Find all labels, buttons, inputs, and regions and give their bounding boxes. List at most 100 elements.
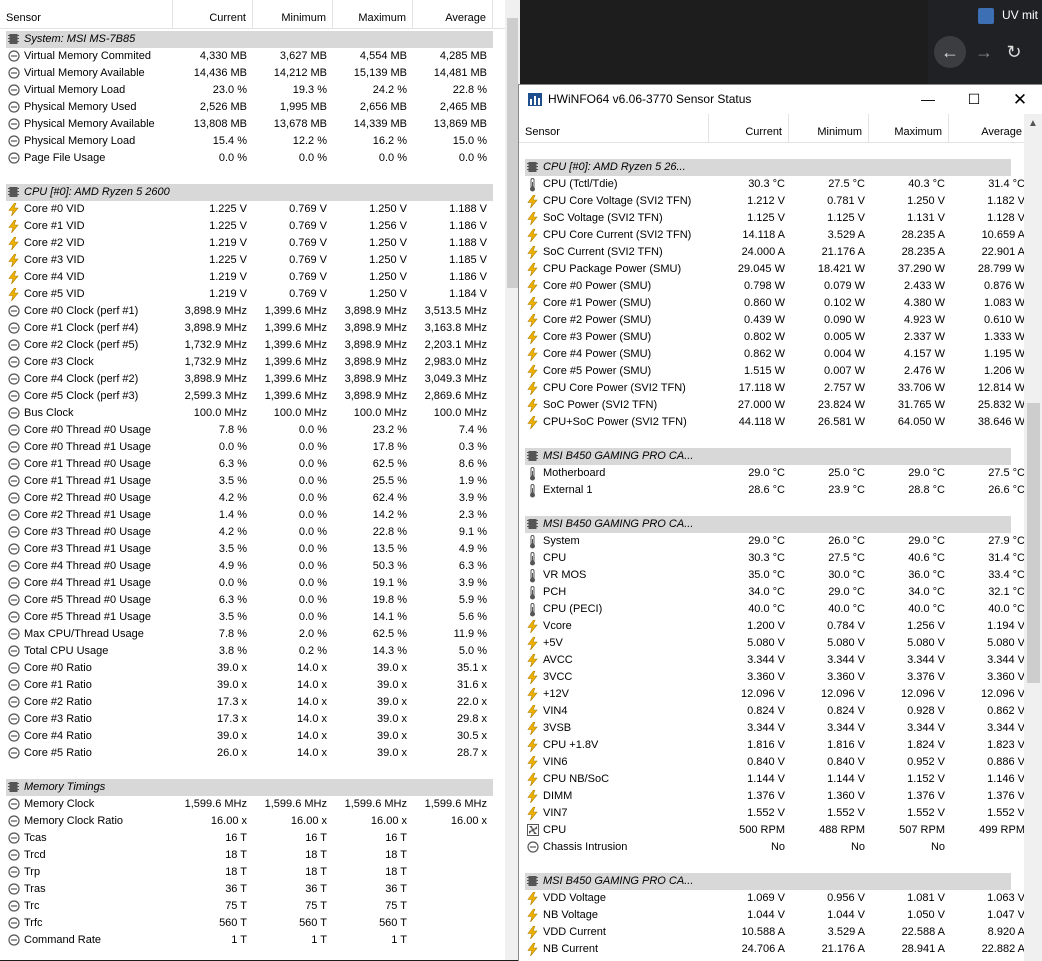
sensor-row[interactable]: Chassis Intrusion No No No: [525, 839, 1011, 856]
sensor-group-header[interactable]: MSI B450 GAMING PRO CA...: [525, 448, 1011, 465]
vertical-scrollbar[interactable]: ▲: [1024, 114, 1042, 961]
sensor-row[interactable]: Core #1 Power (SMU) 0.860 W 0.102 W 4.380 W…: [525, 295, 1025, 312]
sensor-row[interactable]: Physical Memory Load 15.4 % 12.2 % 16.2 % 15…: [6, 133, 493, 150]
sensor-row[interactable]: CPU +1.8V 1.816 V 1.816 V 1.824 V 1.823 V: [525, 737, 1025, 754]
sensor-row[interactable]: Core #0 Clock (perf #1) 3,898.9 MHz 1,399.…: [6, 303, 493, 320]
column-header-sensor[interactable]: Sensor: [0, 0, 173, 28]
sensor-row[interactable]: VDD Current 10.588 A 3.529 A 22.588 A 8.920 …: [525, 924, 1025, 941]
sensor-row[interactable]: CPU Core Voltage (SVI2 TFN) 1.212 V 0.781 …: [525, 193, 1025, 210]
sensor-row[interactable]: Memory Clock 1,599.6 MHz 1,599.6 MHz 1,599.…: [6, 796, 493, 813]
sensor-row[interactable]: Core #4 Thread #1 Usage 0.0 % 0.0 % 19.1 % 3…: [6, 575, 493, 592]
column-header-average[interactable]: Average: [949, 114, 1029, 142]
sensor-row[interactable]: Core #4 Power (SMU) 0.862 W 0.004 W 4.157 W…: [525, 346, 1025, 363]
column-header-maximum[interactable]: Maximum: [333, 0, 413, 28]
column-header-current[interactable]: Current: [173, 0, 253, 28]
sensor-row[interactable]: CPU+SoC Power (SVI2 TFN) 44.118 W 26.581 W…: [525, 414, 1025, 431]
browser-tab-title[interactable]: UV mit: [1002, 8, 1038, 22]
column-header-minimum[interactable]: Minimum: [789, 114, 869, 142]
sensor-row[interactable]: Core #5 Clock (perf #3) 2,599.3 MHz 1,399.…: [6, 388, 493, 405]
sensor-row[interactable]: Max CPU/Thread Usage 7.8 % 2.0 % 62.5 % 11.9…: [6, 626, 493, 643]
column-header-minimum[interactable]: Minimum: [253, 0, 333, 28]
scroll-up-arrow-icon[interactable]: ▲: [1028, 118, 1038, 129]
sensor-row[interactable]: PCH 34.0 °C 29.0 °C 34.0 °C 32.1 °C: [525, 584, 1025, 601]
sensor-row[interactable]: Core #1 Ratio 39.0 x 14.0 x 39.0 x 31.6 x: [6, 677, 493, 694]
sensor-row[interactable]: Virtual Memory Load 23.0 % 19.3 % 24.2 % 22.…: [6, 82, 493, 99]
sensor-row[interactable]: Core #0 Thread #1 Usage 0.0 % 0.0 % 17.8 % 0…: [6, 439, 493, 456]
sensor-row[interactable]: Motherboard 29.0 °C 25.0 °C 29.0 °C 27.5 °C: [525, 465, 1025, 482]
sensor-group-header[interactable]: Memory Timings: [6, 779, 493, 796]
sensor-row[interactable]: Command Rate 1 T 1 T 1 T: [6, 932, 493, 949]
sensor-row[interactable]: Core #3 Thread #1 Usage 3.5 % 0.0 % 13.5 % 4…: [6, 541, 493, 558]
sensor-row[interactable]: Core #5 Power (SMU) 1.515 W 0.007 W 2.476 W…: [525, 363, 1025, 380]
sensor-row[interactable]: Core #4 Ratio 39.0 x 14.0 x 39.0 x 30.5 x: [6, 728, 493, 745]
sensor-row[interactable]: Trfc 560 T 560 T 560 T: [6, 915, 493, 932]
sensor-group-header[interactable]: CPU [#0]: AMD Ryzen 5 2600: [6, 184, 493, 201]
title-bar[interactable]: HWiNFO64 v6.06-3770 Sensor Status — ☐ ✕: [519, 85, 1042, 114]
sensor-row[interactable]: Core #4 VID 1.219 V 0.769 V 1.250 V 1.186 V: [6, 269, 493, 286]
sensor-row[interactable]: Core #5 VID 1.219 V 0.769 V 1.250 V 1.184 V: [6, 286, 493, 303]
sensor-row[interactable]: 3VSB 3.344 V 3.344 V 3.344 V 3.344 V: [525, 720, 1025, 737]
sensor-row[interactable]: Core #4 Clock (perf #2) 3,898.9 MHz 1,399.…: [6, 371, 493, 388]
sensor-row[interactable]: Core #1 Thread #0 Usage 6.3 % 0.0 % 62.5 % 8…: [6, 456, 493, 473]
sensor-row[interactable]: Core #0 Ratio 39.0 x 14.0 x 39.0 x 35.1 x: [6, 660, 493, 677]
sensor-row[interactable]: Core #4 Thread #0 Usage 4.9 % 0.0 % 50.3 % 6…: [6, 558, 493, 575]
sensor-row[interactable]: Page File Usage 0.0 % 0.0 % 0.0 % 0.0 %: [6, 150, 493, 167]
sensor-row[interactable]: Vcore 1.200 V 0.784 V 1.256 V 1.194 V: [525, 618, 1025, 635]
sensor-row[interactable]: Core #1 Clock (perf #4) 3,898.9 MHz 1,399.…: [6, 320, 493, 337]
sensor-row[interactable]: Physical Memory Used 2,526 MB 1,995 MB 2,65…: [6, 99, 493, 116]
sensor-row[interactable]: Total CPU Usage 3.8 % 0.2 % 14.3 % 5.0 %: [6, 643, 493, 660]
sensor-row[interactable]: Core #3 Power (SMU) 0.802 W 0.005 W 2.337 W…: [525, 329, 1025, 346]
sensor-row[interactable]: Virtual Memory Available 14,436 MB 14,212 …: [6, 65, 493, 82]
column-header-sensor[interactable]: Sensor: [519, 114, 709, 142]
sensor-group-header[interactable]: CPU [#0]: AMD Ryzen 5 26...: [525, 159, 1011, 176]
sensor-row[interactable]: CPU Core Power (SVI2 TFN) 17.118 W 2.757 W…: [525, 380, 1025, 397]
sensor-row[interactable]: Core #2 Thread #0 Usage 4.2 % 0.0 % 62.4 % 3…: [6, 490, 493, 507]
sensor-row[interactable]: Core #0 VID 1.225 V 0.769 V 1.250 V 1.188 V: [6, 201, 493, 218]
sensor-group-header[interactable]: MSI B450 GAMING PRO CA...: [525, 873, 1011, 890]
sensor-row[interactable]: External 1 28.6 °C 23.9 °C 28.8 °C 26.6 °C: [525, 482, 1025, 499]
sensor-row[interactable]: VIN7 1.552 V 1.552 V 1.552 V 1.552 V: [525, 805, 1025, 822]
scrollbar-thumb[interactable]: [507, 18, 518, 288]
sensor-row[interactable]: +12V 12.096 V 12.096 V 12.096 V 12.096 V: [525, 686, 1025, 703]
sensor-row[interactable]: NB Current 24.706 A 21.176 A 28.941 A 22.882…: [525, 941, 1025, 958]
sensor-row[interactable]: CPU (PECI) 40.0 °C 40.0 °C 40.0 °C 40.0 °C: [525, 601, 1025, 618]
sensor-row[interactable]: Core #5 Thread #0 Usage 6.3 % 0.0 % 19.8 % 5…: [6, 592, 493, 609]
sensor-row[interactable]: Core #0 Power (SMU) 0.798 W 0.079 W 2.433 W…: [525, 278, 1025, 295]
minimize-icon[interactable]: —: [905, 85, 951, 114]
sensor-row[interactable]: VR MOS 35.0 °C 30.0 °C 36.0 °C 33.4 °C: [525, 567, 1025, 584]
back-arrow-icon[interactable]: ←: [934, 36, 966, 68]
sensor-row[interactable]: Core #2 VID 1.219 V 0.769 V 1.250 V 1.188 V: [6, 235, 493, 252]
forward-arrow-icon[interactable]: →: [974, 36, 994, 68]
column-header-average[interactable]: Average: [413, 0, 493, 28]
sensor-row[interactable]: System 29.0 °C 26.0 °C 29.0 °C 27.9 °C: [525, 533, 1025, 550]
sensor-row[interactable]: Tras 36 T 36 T 36 T: [6, 881, 493, 898]
sensor-row[interactable]: SoC Current (SVI2 TFN) 24.000 A 21.176 A 28…: [525, 244, 1025, 261]
sensor-row[interactable]: DIMM 1.376 V 1.360 V 1.376 V 1.376 V: [525, 788, 1025, 805]
sensor-row[interactable]: 3VCC 3.360 V 3.360 V 3.376 V 3.360 V: [525, 669, 1025, 686]
sensor-row[interactable]: Core #3 VID 1.225 V 0.769 V 1.250 V 1.185 V: [6, 252, 493, 269]
sensor-row[interactable]: Core #2 Ratio 17.3 x 14.0 x 39.0 x 22.0 x: [6, 694, 493, 711]
sensor-row[interactable]: CPU 500 RPM 488 RPM 507 RPM 499 RPM: [525, 822, 1025, 839]
sensor-group-header[interactable]: MSI B450 GAMING PRO CA...: [525, 516, 1011, 533]
sensor-row[interactable]: Trcd 18 T 18 T 18 T: [6, 847, 493, 864]
sensor-row[interactable]: +5V 5.080 V 5.080 V 5.080 V 5.080 V: [525, 635, 1025, 652]
sensor-row[interactable]: CPU 30.3 °C 27.5 °C 40.6 °C 31.4 °C: [525, 550, 1025, 567]
sensor-row[interactable]: Core #1 VID 1.225 V 0.769 V 1.256 V 1.186 V: [6, 218, 493, 235]
maximize-icon[interactable]: ☐: [951, 85, 997, 114]
sensor-row[interactable]: Physical Memory Available 13,808 MB 13,678…: [6, 116, 493, 133]
sensor-row[interactable]: NB Voltage 1.044 V 1.044 V 1.050 V 1.047 V: [525, 907, 1025, 924]
sensor-row[interactable]: VIN4 0.824 V 0.824 V 0.928 V 0.862 V: [525, 703, 1025, 720]
sensor-row[interactable]: CPU NB/SoC 1.144 V 1.144 V 1.152 V 1.146 V: [525, 771, 1025, 788]
sensor-row[interactable]: CPU Package Power (SMU) 29.045 W 18.421 W 3…: [525, 261, 1025, 278]
sensor-row[interactable]: Core #1 Thread #1 Usage 3.5 % 0.0 % 25.5 % 1…: [6, 473, 493, 490]
scrollbar-thumb[interactable]: [1027, 403, 1040, 683]
sensor-row[interactable]: Core #3 Ratio 17.3 x 14.0 x 39.0 x 29.8 x: [6, 711, 493, 728]
sensor-row[interactable]: Trc 75 T 75 T 75 T: [6, 898, 493, 915]
sensor-row[interactable]: CPU Core Current (SVI2 TFN) 14.118 A 3.529…: [525, 227, 1025, 244]
sensor-group-header[interactable]: System: MSI MS-7B85: [6, 31, 493, 48]
sensor-row[interactable]: Core #0 Thread #0 Usage 7.8 % 0.0 % 23.2 % 7…: [6, 422, 493, 439]
sensor-row[interactable]: Memory Clock Ratio 16.00 x 16.00 x 16.00 x 1…: [6, 813, 493, 830]
sensor-row[interactable]: VIN6 0.840 V 0.840 V 0.952 V 0.886 V: [525, 754, 1025, 771]
sensor-row[interactable]: Virtual Memory Commited 4,330 MB 3,627 MB 4…: [6, 48, 493, 65]
sensor-row[interactable]: CPU (Tctl/Tdie) 30.3 °C 27.5 °C 40.3 °C 31.4…: [525, 176, 1025, 193]
